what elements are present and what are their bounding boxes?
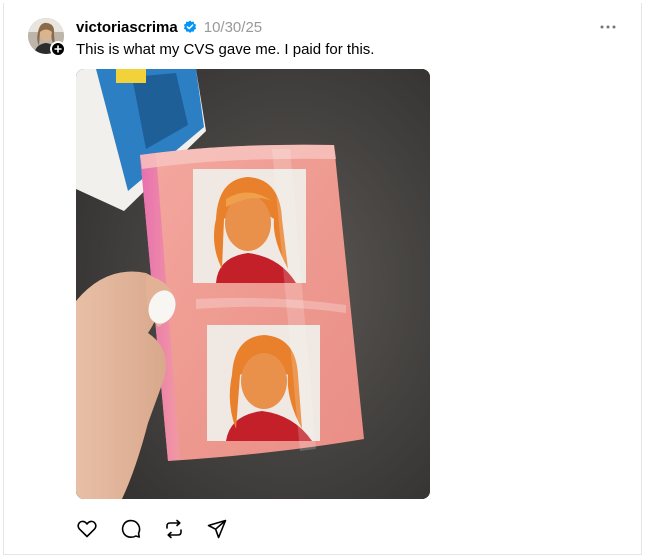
follow-plus-icon[interactable] — [50, 41, 66, 57]
verified-badge-icon — [183, 20, 197, 34]
repost-icon[interactable] — [163, 518, 185, 540]
share-send-icon[interactable] — [206, 518, 228, 540]
post-image[interactable] — [76, 69, 430, 499]
comment-icon[interactable] — [120, 518, 142, 540]
post-header: victoriascrima 10/30/25 — [76, 17, 262, 37]
post-caption: This is what my CVS gave me. I paid for … — [76, 41, 375, 58]
like-heart-icon[interactable] — [76, 518, 98, 540]
post-date[interactable]: 10/30/25 — [204, 19, 262, 36]
more-options-icon[interactable] — [596, 17, 620, 37]
username[interactable]: victoriascrima — [76, 19, 178, 36]
